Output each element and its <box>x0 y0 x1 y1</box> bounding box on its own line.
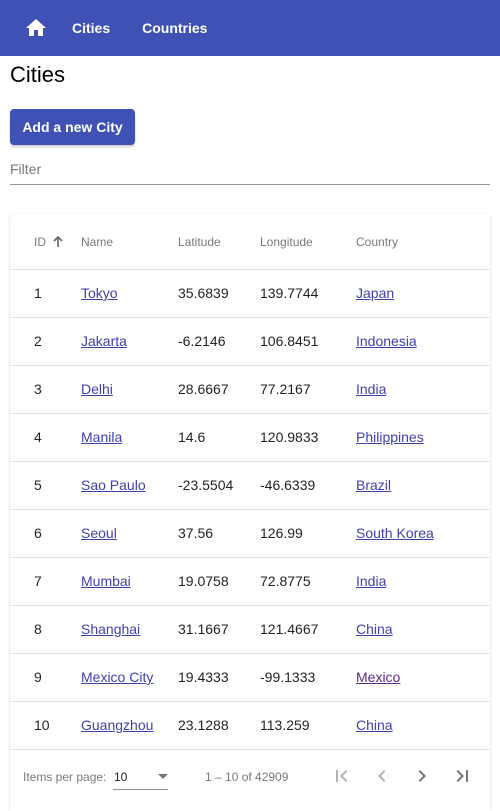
table-row: 2 Jakarta -6.2146 106.8451 Indonesia <box>10 317 490 366</box>
table-row: 4 Manila 14.6 120.9833 Philippines <box>10 413 490 462</box>
nav-link-countries[interactable]: Countries <box>126 0 223 56</box>
city-link[interactable]: Manila <box>81 429 122 445</box>
next-page-button[interactable] <box>410 764 434 788</box>
cell-id: 1 <box>34 285 42 301</box>
cell-id: 10 <box>34 717 50 733</box>
chevron-left-icon <box>378 770 386 782</box>
cell-latitude: 31.1667 <box>178 621 229 637</box>
table-row: 6 Seoul 37.56 126.99 South Korea <box>10 509 490 558</box>
dropdown-arrow-icon <box>158 774 168 779</box>
city-link[interactable]: Tokyo <box>81 285 118 301</box>
home-icon <box>26 19 46 36</box>
header-longitude[interactable]: Longitude <box>260 214 313 269</box>
first-page-icon <box>336 770 348 782</box>
country-link[interactable]: India <box>356 381 386 397</box>
items-per-page-select[interactable]: 10 <box>113 764 168 790</box>
header-country[interactable]: Country <box>356 214 398 269</box>
header-id[interactable]: ID <box>34 214 64 269</box>
page-range-label: 1 – 10 of 42909 <box>205 770 289 784</box>
cell-longitude: 113.259 <box>260 717 310 733</box>
filter-input[interactable] <box>10 155 490 183</box>
table-row: 3 Delhi 28.6667 77.2167 India <box>10 365 490 414</box>
cell-latitude: -23.5504 <box>178 477 234 493</box>
cell-latitude: 35.6839 <box>178 285 229 301</box>
country-link[interactable]: China <box>356 621 393 637</box>
city-link[interactable]: Delhi <box>81 381 113 397</box>
header-name[interactable]: Name <box>81 214 113 269</box>
cell-latitude: 19.0758 <box>178 573 229 589</box>
table-row: 10 Guangzhou 23.1288 113.259 China <box>10 701 490 750</box>
add-city-button[interactable]: Add a new City <box>10 109 135 145</box>
cell-longitude: -99.1333 <box>260 669 316 685</box>
paginator: Items per page: 10 1 – 10 of 42909 <box>10 750 490 806</box>
country-link[interactable]: Philippines <box>356 429 424 445</box>
chevron-right-icon <box>418 770 426 782</box>
cell-longitude: 139.7744 <box>260 285 319 301</box>
country-link[interactable]: Mexico <box>356 669 400 685</box>
city-link[interactable]: Mumbai <box>81 573 131 589</box>
country-link[interactable]: Indonesia <box>356 333 417 349</box>
table-row: 5 Sao Paulo -23.5504 -46.6339 Brazil <box>10 461 490 510</box>
cell-longitude: 72.8775 <box>260 573 311 589</box>
nav-link-cities[interactable]: Cities <box>56 0 126 56</box>
cell-latitude: 28.6667 <box>178 381 229 397</box>
last-page-icon <box>456 770 468 782</box>
cell-longitude: 126.99 <box>260 525 303 541</box>
table-row: 1 Tokyo 35.6839 139.7744 Japan <box>10 269 490 318</box>
cell-latitude: 14.6 <box>178 429 206 445</box>
first-page-button[interactable] <box>330 764 354 788</box>
country-link[interactable]: South Korea <box>356 525 434 541</box>
cell-longitude: 121.4667 <box>260 621 319 637</box>
app-toolbar: Cities Countries <box>0 0 500 56</box>
country-link[interactable]: China <box>356 717 393 733</box>
city-link[interactable]: Guangzhou <box>81 717 153 733</box>
cell-latitude: -6.2146 <box>178 333 226 349</box>
cell-latitude: 23.1288 <box>178 717 229 733</box>
city-link[interactable]: Mexico City <box>81 669 153 685</box>
filter-field <box>10 155 490 185</box>
city-link[interactable]: Jakarta <box>81 333 127 349</box>
cell-id: 2 <box>34 333 42 349</box>
previous-page-button[interactable] <box>370 764 394 788</box>
city-link[interactable]: Seoul <box>81 525 117 541</box>
items-per-page-value: 10 <box>114 770 128 784</box>
country-link[interactable]: Japan <box>356 285 394 301</box>
last-page-button[interactable] <box>450 764 474 788</box>
cell-latitude: 19.4333 <box>178 669 229 685</box>
table-header-row: ID Name Latitude Longitude Country <box>10 214 490 270</box>
country-link[interactable]: India <box>356 573 386 589</box>
cell-id: 7 <box>34 573 42 589</box>
cell-latitude: 37.56 <box>178 525 214 541</box>
cell-id: 3 <box>34 381 42 397</box>
cell-id: 4 <box>34 429 42 445</box>
page-title: Cities <box>10 62 66 87</box>
header-id-label: ID <box>34 234 46 249</box>
sort-arrow-up-icon <box>52 235 64 248</box>
items-per-page-label: Items per page: <box>23 770 107 784</box>
table-row: 7 Mumbai 19.0758 72.8775 India <box>10 557 490 606</box>
cell-id: 8 <box>34 621 42 637</box>
cities-table: ID Name Latitude Longitude Country 1 Tok… <box>10 214 490 811</box>
table-row: 8 Shanghai 31.1667 121.4667 China <box>10 605 490 654</box>
cell-longitude: 106.8451 <box>260 333 319 349</box>
header-latitude[interactable]: Latitude <box>178 214 221 269</box>
cell-longitude: -46.6339 <box>260 477 316 493</box>
cell-id: 5 <box>34 477 42 493</box>
country-link[interactable]: Brazil <box>356 477 391 493</box>
table-row: 9 Mexico City 19.4333 -99.1333 Mexico <box>10 653 490 702</box>
cell-longitude: 120.9833 <box>260 429 319 445</box>
city-link[interactable]: Sao Paulo <box>81 477 146 493</box>
cell-id: 6 <box>34 525 42 541</box>
city-link[interactable]: Shanghai <box>81 621 140 637</box>
cell-id: 9 <box>34 669 42 685</box>
cell-longitude: 77.2167 <box>260 381 311 397</box>
